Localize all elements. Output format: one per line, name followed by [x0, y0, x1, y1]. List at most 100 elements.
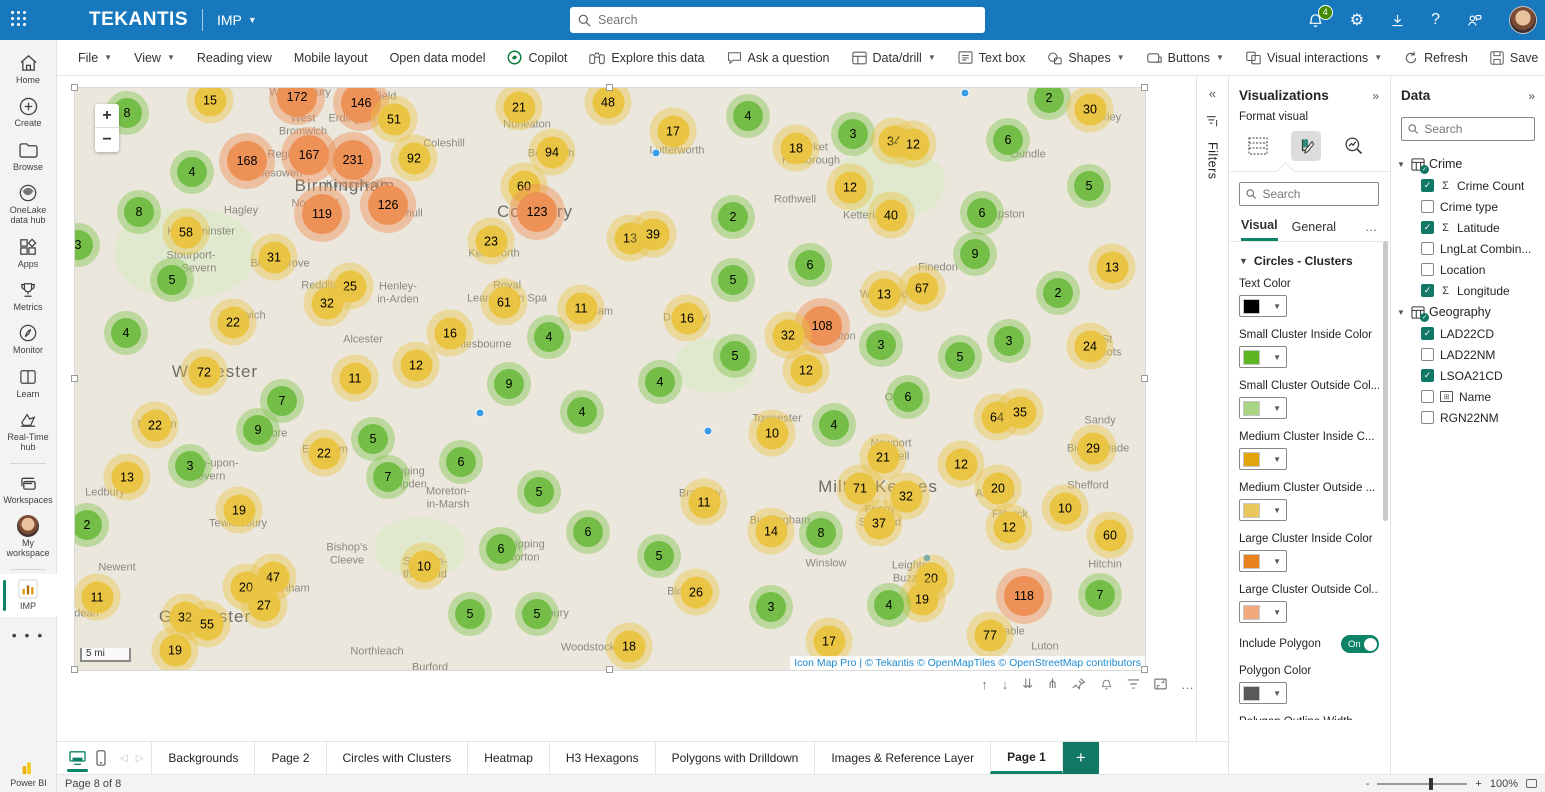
- zoom-in-button[interactable]: +: [1475, 778, 1481, 790]
- field-checkbox[interactable]: ✓: [1421, 369, 1434, 382]
- color-picker-dropdown[interactable]: ▼: [1239, 550, 1287, 572]
- map-cluster[interactable]: 6: [986, 118, 1030, 162]
- drill-mode-icon[interactable]: ⋔: [1047, 676, 1058, 692]
- map-cluster[interactable]: 168: [219, 133, 275, 189]
- search-input[interactable]: [598, 13, 977, 27]
- field-checkbox[interactable]: [1421, 200, 1434, 213]
- collapse-data-panel-icon[interactable]: »: [1528, 89, 1535, 103]
- waffle-menu-icon[interactable]: [11, 11, 29, 29]
- map-cluster[interactable]: 2: [711, 195, 755, 239]
- map-cluster[interactable]: 16: [664, 295, 711, 342]
- field-lnglat-combin-[interactable]: LngLat Combin...: [1397, 238, 1541, 259]
- web-view-icon[interactable]: [69, 742, 86, 774]
- color-picker-dropdown[interactable]: ▼: [1239, 499, 1287, 521]
- map-cluster[interactable]: 3: [75, 223, 100, 267]
- map-cluster[interactable]: 4: [104, 311, 148, 355]
- map-cluster[interactable]: 5: [637, 534, 681, 578]
- analytics-tab-icon[interactable]: [1339, 131, 1369, 161]
- map-cluster[interactable]: 58: [163, 209, 210, 256]
- sidebar-item-browse[interactable]: Browse: [0, 135, 57, 178]
- expand-next-level-icon[interactable]: ⇊: [1022, 676, 1033, 692]
- map-cluster[interactable]: 22: [301, 430, 348, 477]
- set-alert-icon[interactable]: [1100, 678, 1113, 691]
- page-tab-circles-with-clusters[interactable]: Circles with Clusters: [326, 742, 468, 774]
- map-cluster[interactable]: 40: [868, 192, 915, 239]
- include-polygon-toggle[interactable]: On: [1341, 635, 1379, 653]
- map-cluster[interactable]: 12: [393, 342, 440, 389]
- map-cluster[interactable]: 4: [867, 583, 911, 627]
- map-cluster[interactable]: 4: [527, 315, 571, 359]
- sidebar-item-create[interactable]: Create: [0, 91, 57, 134]
- map-cluster[interactable]: 2: [75, 503, 109, 547]
- map-cluster[interactable]: 5: [1067, 164, 1111, 208]
- page-tab-heatmap[interactable]: Heatmap: [467, 742, 549, 774]
- color-picker-dropdown[interactable]: ▼: [1239, 346, 1287, 368]
- sidebar-item-metrics[interactable]: Metrics: [0, 275, 57, 318]
- map-cluster[interactable]: 7: [366, 455, 410, 499]
- resize-handle[interactable]: [606, 84, 613, 91]
- sidebar-more-button[interactable]: • • •: [12, 627, 44, 643]
- menu-item-reading-view[interactable]: Reading view: [188, 46, 281, 70]
- map-cluster[interactable]: 11: [681, 479, 728, 526]
- map-attribution[interactable]: Icon Map Pro | © Tekantis © OpenMapTiles…: [790, 656, 1145, 670]
- user-avatar[interactable]: [1509, 6, 1537, 34]
- map-cluster[interactable]: 2: [1036, 271, 1080, 315]
- sidebar-item-workspaces[interactable]: Workspaces: [0, 468, 57, 511]
- field-location[interactable]: Location: [1397, 259, 1541, 280]
- map-cluster[interactable]: 119: [294, 186, 350, 242]
- map-cluster[interactable]: 22: [210, 299, 257, 346]
- focus-mode-icon[interactable]: [1154, 678, 1167, 690]
- drill-down-icon[interactable]: ↓: [1002, 677, 1009, 692]
- map-cluster[interactable]: 19: [216, 487, 263, 534]
- map-cluster[interactable]: 2: [1027, 88, 1071, 120]
- map-cluster[interactable]: 13: [1089, 244, 1136, 291]
- table-crime[interactable]: ▼✓Crime: [1397, 153, 1541, 175]
- page-tab-backgrounds[interactable]: Backgrounds: [151, 742, 254, 774]
- icon-map-visual[interactable]: WednesburyColdfieldWest BromwichErdingto…: [75, 88, 1145, 670]
- map-cluster[interactable]: 5: [515, 592, 559, 636]
- map-cluster[interactable]: 5: [150, 258, 194, 302]
- color-picker-dropdown[interactable]: ▼: [1239, 397, 1287, 419]
- field-checkbox[interactable]: ✓: [1421, 179, 1434, 192]
- map-cluster[interactable]: 13: [104, 454, 151, 501]
- menu-item-open-data-model[interactable]: Open data model: [381, 46, 495, 70]
- map-cluster[interactable]: 12: [986, 504, 1033, 551]
- map-cluster[interactable]: 3: [987, 319, 1031, 363]
- format-tab-general[interactable]: General: [1292, 220, 1336, 240]
- map-point-marker[interactable]: [704, 427, 713, 436]
- map-cluster[interactable]: 3: [168, 444, 212, 488]
- map-cluster[interactable]: 67: [899, 265, 946, 312]
- field-checkbox[interactable]: [1421, 263, 1434, 276]
- field-checkbox[interactable]: ✓: [1421, 284, 1434, 297]
- sidebar-item-imp[interactable]: IMP: [0, 574, 57, 617]
- map-cluster[interactable]: 9: [953, 232, 997, 276]
- map-cluster[interactable]: 126: [360, 177, 416, 233]
- resize-handle[interactable]: [606, 666, 613, 673]
- map-cluster[interactable]: 12: [890, 121, 937, 168]
- map-cluster[interactable]: 4: [170, 150, 214, 194]
- sidebar-item-apps[interactable]: Apps: [0, 232, 57, 275]
- color-picker-dropdown[interactable]: ▼: [1239, 601, 1287, 623]
- field-latitude[interactable]: ✓ΣLatitude: [1397, 217, 1541, 238]
- map-point-marker[interactable]: [961, 89, 970, 98]
- more-options-icon[interactable]: …: [1181, 677, 1194, 692]
- page-tab-page-1[interactable]: Page 1: [990, 742, 1063, 774]
- section-circles-clusters[interactable]: ▼ Circles - Clusters: [1239, 254, 1379, 268]
- map-cluster[interactable]: 3: [859, 323, 903, 367]
- resize-handle[interactable]: [1141, 375, 1148, 382]
- new-page-button[interactable]: +: [1063, 742, 1099, 774]
- map-cluster[interactable]: 3: [831, 112, 875, 156]
- sidebar-item-monitor[interactable]: Monitor: [0, 318, 57, 361]
- map-cluster[interactable]: 6: [788, 243, 832, 287]
- map-cluster[interactable]: 3: [749, 585, 793, 629]
- zoom-out-button[interactable]: -: [1366, 778, 1370, 790]
- menu-item-buttons[interactable]: Buttons▼: [1138, 46, 1233, 70]
- map-zoom-in-button[interactable]: +: [95, 104, 119, 128]
- drill-up-icon[interactable]: ↑: [981, 677, 988, 692]
- map-cluster[interactable]: 6: [960, 191, 1004, 235]
- field-checkbox[interactable]: ✓: [1421, 327, 1434, 340]
- page-tab-polygons-with-drilldown[interactable]: Polygons with Drilldown: [655, 742, 815, 774]
- field-checkbox[interactable]: [1421, 390, 1434, 403]
- map-cluster[interactable]: 5: [711, 258, 755, 302]
- menu-item-mobile-layout[interactable]: Mobile layout: [285, 46, 377, 70]
